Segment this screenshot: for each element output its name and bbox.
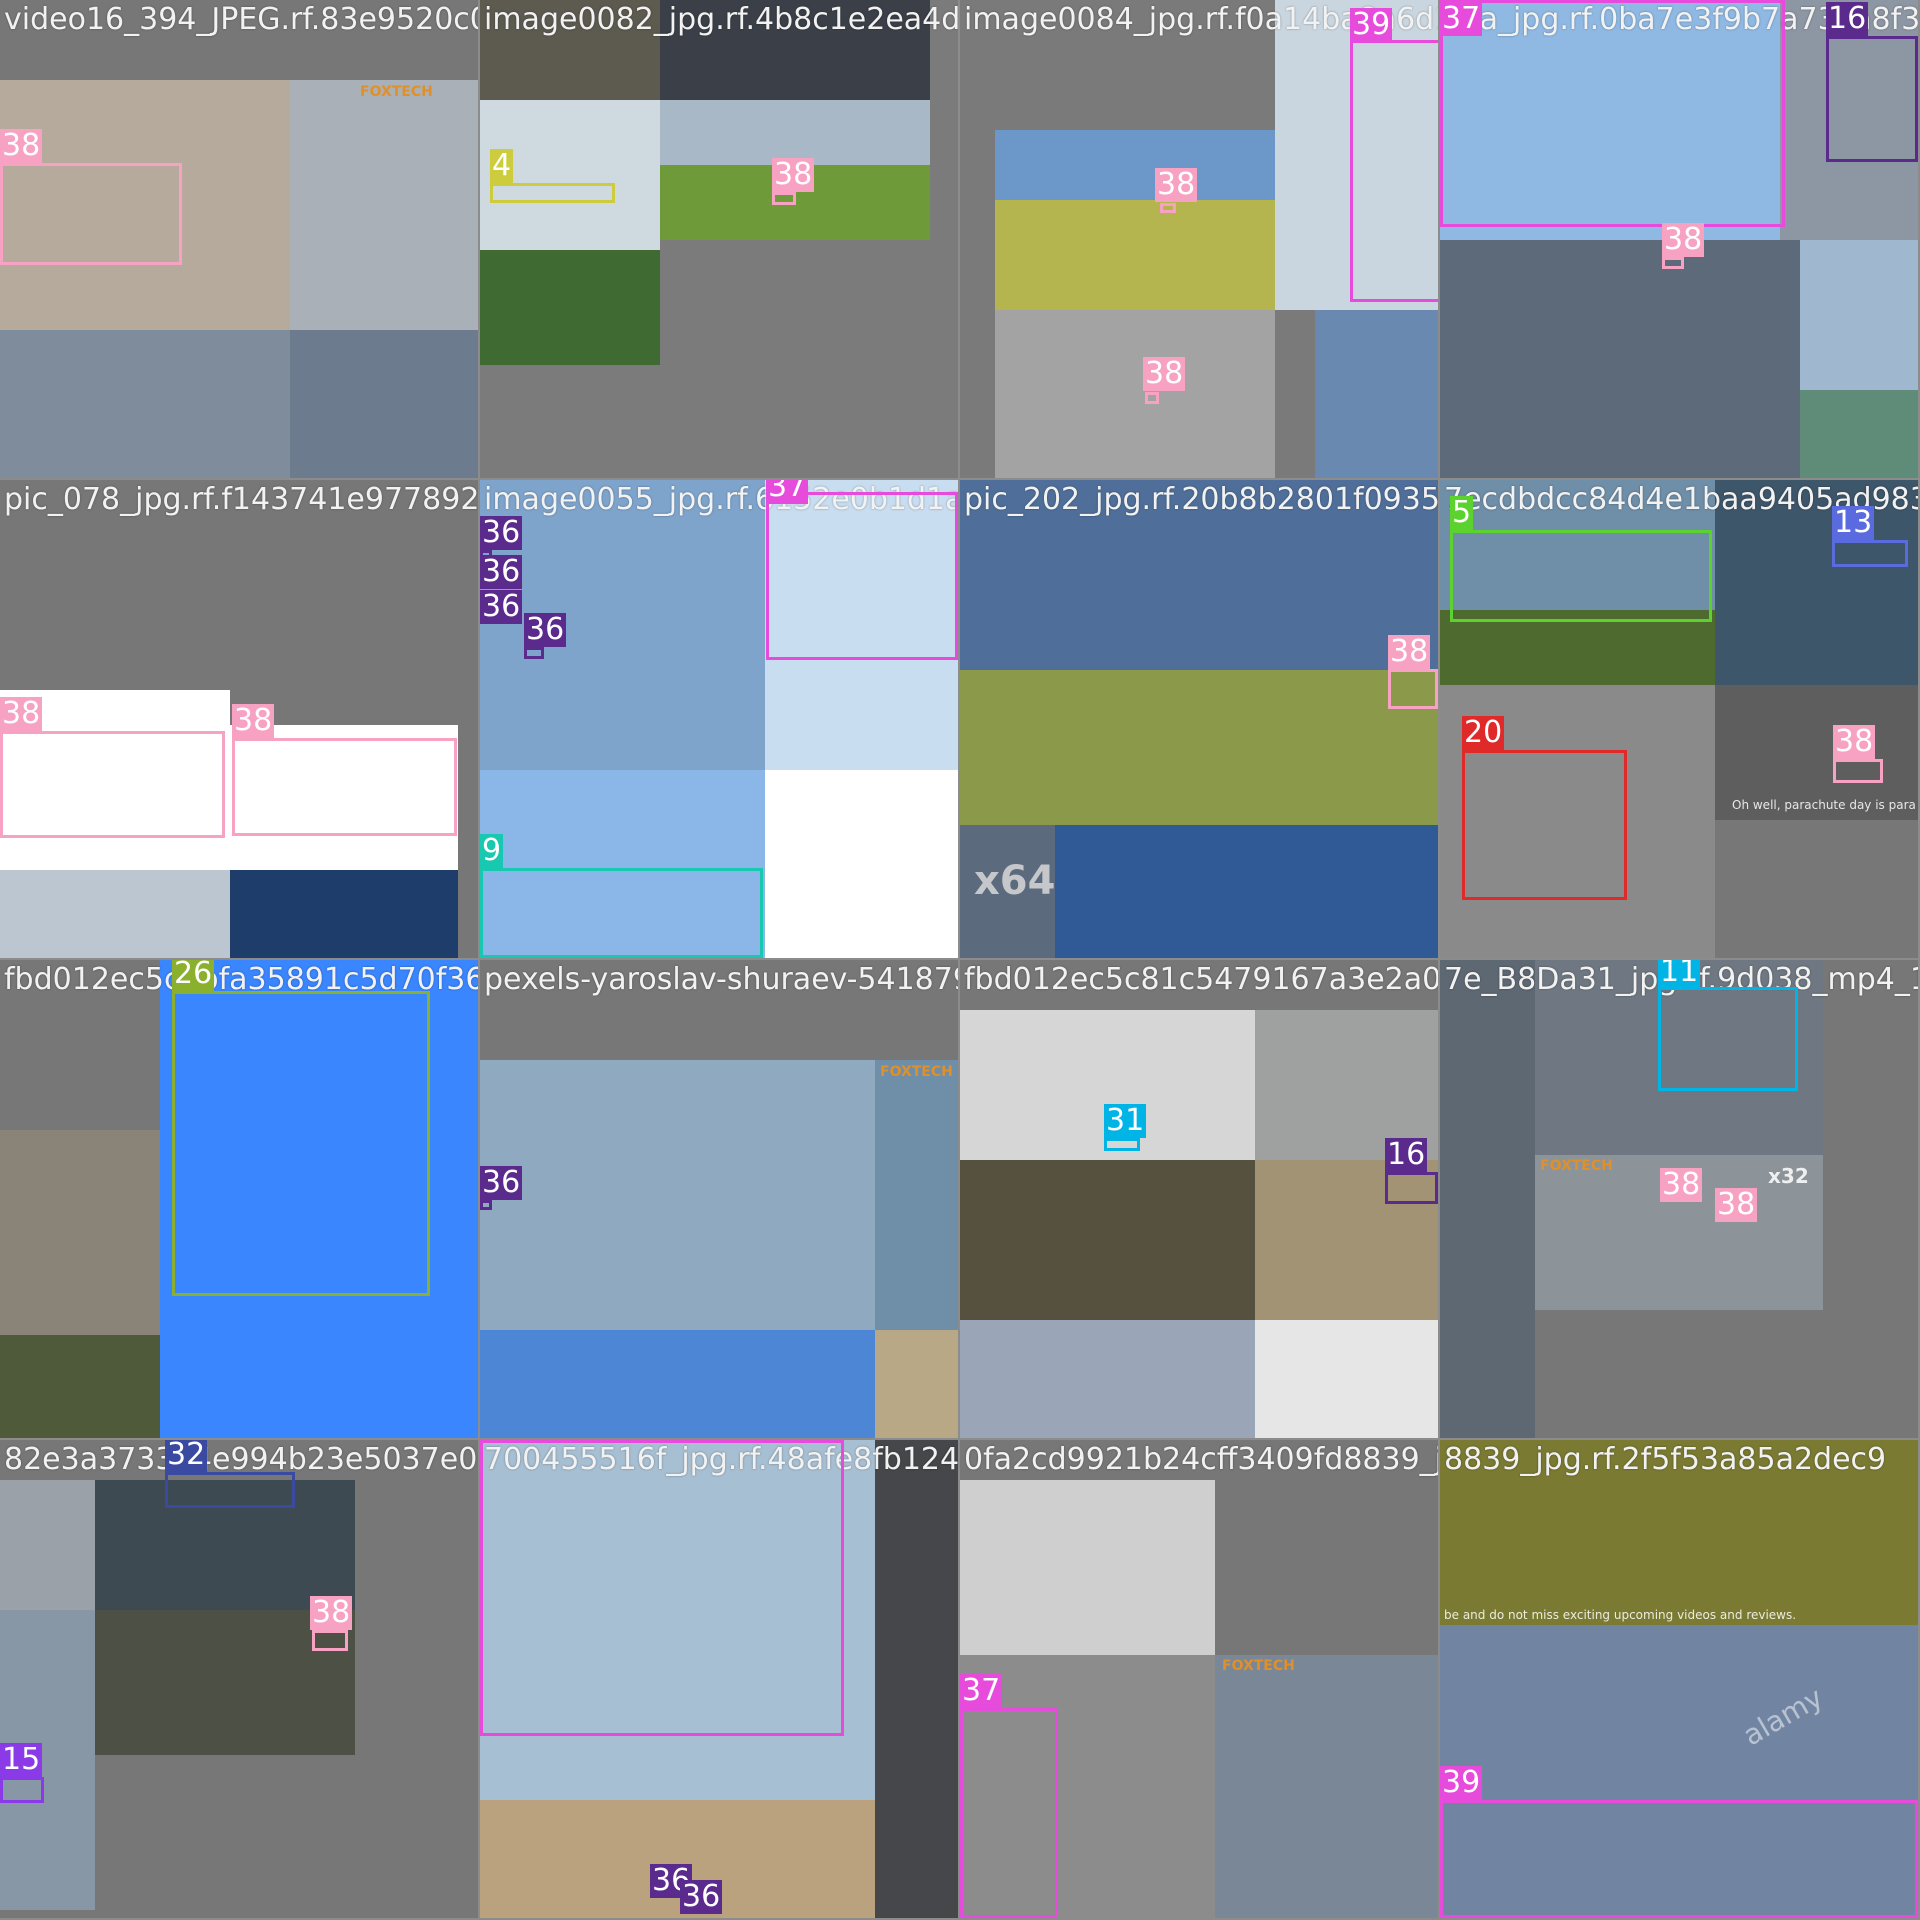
bbox [1350, 40, 1438, 302]
bbox [1462, 750, 1627, 900]
bbox-label: 37 [766, 480, 809, 504]
bbox [1104, 1138, 1140, 1151]
bbox-label: 36 [680, 1879, 723, 1914]
bbox [232, 738, 457, 836]
bbox-label: 15 [0, 1742, 43, 1777]
bbox-label: 5 [1450, 495, 1474, 530]
bbox-label: 38 [232, 703, 275, 738]
parachute-caption: Oh well, parachute day is para [1732, 798, 1916, 812]
bbox-label: 38 [0, 696, 43, 731]
foxtech-watermark: FOXTECH [1540, 1158, 1613, 1174]
bbox [766, 492, 958, 660]
tile-title: pic_078_jpg.rf.f143741e977892e0b3bd704e8 [4, 482, 478, 517]
tile-6: image0055_jpg.rf.6152e0b1d1a74e 36 36 36… [480, 480, 958, 958]
bbox [0, 163, 182, 265]
bbox-label: 37 [1440, 1, 1483, 36]
foxtech-watermark: FOXTECH [1222, 1658, 1295, 1674]
bbox [1440, 1800, 1918, 1918]
bbox-label: 32 [165, 1440, 208, 1472]
tile-8: Oh well, parachute day is para 7ecdbdcc8… [1440, 480, 1918, 958]
bbox [1388, 669, 1438, 709]
tile-4: c1a_jpg.rf.0ba7e3f9b7a73ca8f3b2dac5a77cc… [1440, 0, 1918, 478]
bbox-label: 38 [1388, 634, 1431, 669]
bbox [165, 1472, 295, 1508]
bbox-label: 38 [1833, 724, 1876, 759]
bbox [1440, 0, 1785, 227]
tile-13: 82e3a3733e4e994b23e5037e0045516f_jpg.rf.… [0, 1440, 478, 1918]
bbox [480, 1440, 844, 1736]
bbox-label: 16 [1385, 1137, 1428, 1172]
bbox-label: 36 [480, 554, 523, 589]
tile-title: 0fa2cd9921b24cff3409fd8839_jpg.rf.2f5 [964, 1442, 1438, 1477]
bbox-label: 38 [1715, 1187, 1758, 1222]
tile-9: fbd012ec5c8bfa35891c5d70f36428a9psdf-shu… [0, 960, 478, 1438]
foxtech-watermark: FOXTECH [360, 84, 433, 100]
bbox-label: 11 [1658, 960, 1701, 989]
bbox-label: 38 [1143, 356, 1186, 391]
bbox [0, 1777, 44, 1803]
bbox-label: 38 [1662, 222, 1705, 257]
bbox-label: 37 [960, 1673, 1003, 1708]
bbox [772, 192, 796, 205]
foxtech-watermark: FOXTECH [880, 1064, 953, 1080]
bbox [960, 1708, 1058, 1918]
bbox-label: 13 [1832, 505, 1875, 540]
bbox-label: 26 [172, 960, 215, 991]
tile-title: pexels-yaroslav-shuraev-54187962_mp4-9_j… [484, 962, 958, 997]
bbox-label: 16 [1826, 1, 1869, 36]
bbox-label: 36 [524, 612, 567, 647]
bbox-label: 38 [310, 1595, 353, 1630]
bbox-label: 39 [1440, 1765, 1483, 1800]
tile-title: fbd012ec5c81c5479167a3e2a092e7e_B8Da31_j… [964, 962, 1438, 997]
tile-11: fbd012ec5c81c5479167a3e2a092e7e_B8Da31_j… [960, 960, 1438, 1438]
bbox-label: 38 [772, 157, 815, 192]
bbox-label: 4 [490, 148, 514, 183]
tile-title: video16_394_JPEG.rf.83e9520c0e6713b0c7c0… [4, 2, 478, 37]
tile-3: image0084_jpg.rf.f0a14ba8a6d1e6a2c7 38 3… [960, 0, 1438, 478]
bbox [480, 868, 763, 958]
bbox [1450, 530, 1712, 622]
mosaic-grid: FOXTECH video16_394_JPEG.rf.83e9520c0e67… [0, 0, 1920, 1920]
bbox [1160, 203, 1176, 213]
bbox-label: 20 [1462, 715, 1505, 750]
bbox [480, 1200, 492, 1210]
bbox-label: 36 [480, 515, 523, 550]
tile-2: image0082_jpg.rf.4b8c1e2ea4d39f3fa 4 38 [480, 0, 958, 478]
tile-7: x64 pic_202_jpg.rf.20b8b2801f09352760f7f… [960, 480, 1438, 958]
bbox [1385, 1172, 1438, 1204]
bbox-label: 31 [1104, 1103, 1147, 1138]
bbox-label: 9 [480, 833, 504, 868]
tile-5: pic_078_jpg.rf.f143741e977892e0b3bd704e8… [0, 480, 478, 958]
bbox [1662, 257, 1684, 269]
subscribe-caption: be and do not miss exciting upcoming vid… [1444, 1608, 1797, 1622]
bbox [1832, 540, 1908, 567]
bbox [1145, 392, 1159, 404]
tile-10: FOXTECH pexels-yaroslav-shuraev-54187962… [480, 960, 958, 1438]
bbox-label: 38 [1155, 167, 1198, 202]
bbox [312, 1630, 348, 1651]
tile-16: be and do not miss exciting upcoming vid… [1440, 1440, 1918, 1918]
bbox [1826, 36, 1918, 162]
tile-1: FOXTECH video16_394_JPEG.rf.83e9520c0e67… [0, 0, 478, 478]
x64-watermark: x64 [974, 858, 1056, 904]
bbox-label: 38 [1660, 1167, 1703, 1202]
bbox-label: 39 [1350, 7, 1393, 42]
bbox-label: 36 [480, 1165, 523, 1200]
bbox [172, 991, 430, 1296]
tile-15: FOXTECH 0fa2cd9921b24cff3409fd8839_jpg.r… [960, 1440, 1438, 1918]
tile-14: 700455516f_jpg.rf.48afe8fb1247f0f1c 39 3… [480, 1440, 958, 1918]
x32-watermark: x32 [1768, 1164, 1809, 1188]
bbox [0, 731, 225, 838]
bbox [1658, 987, 1798, 1091]
bbox [1833, 759, 1883, 783]
bbox [524, 647, 544, 659]
bbox-label: 36 [480, 589, 523, 624]
bbox [490, 183, 615, 203]
bbox-label: 38 [0, 128, 43, 163]
tile-12: FOXTECH x32 7e_B8Da31_jpg.rf.9d038_mp4_1… [1440, 960, 1918, 1438]
